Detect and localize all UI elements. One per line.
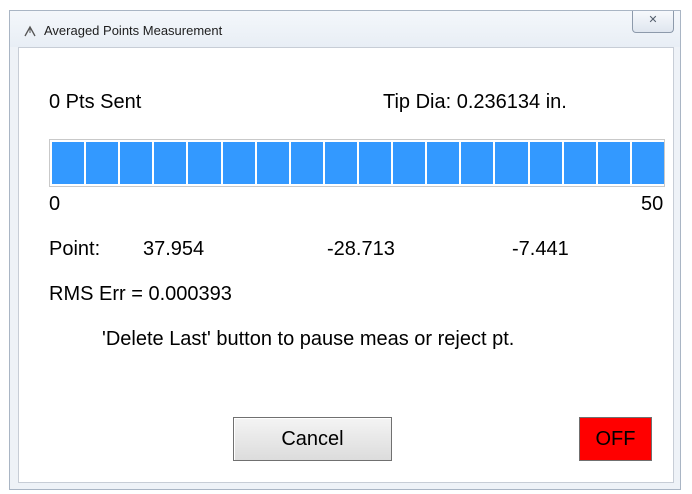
progress-segment: [86, 142, 119, 184]
progress-segment: [120, 142, 153, 184]
close-button[interactable]: ✕: [632, 11, 674, 33]
progress-segment: [52, 142, 85, 184]
point-x-value: 37.954: [143, 238, 205, 260]
point-y-value: -28.713: [327, 238, 395, 260]
progress-segment: [154, 142, 187, 184]
progress-segment: [529, 142, 562, 184]
measurement-dialog: Averaged Points Measurement ✕ 0 Pts Sent…: [9, 10, 681, 490]
progress-max-label: 50: [641, 193, 664, 215]
cancel-button[interactable]: Cancel: [233, 417, 392, 461]
point-z-value: -7.441: [512, 238, 569, 260]
off-toggle-button[interactable]: OFF: [579, 417, 652, 461]
dialog-body: 0 Pts Sent Tip Dia: 0.236134 in. 0 50 Po…: [18, 47, 674, 483]
progress-segment: [495, 142, 528, 184]
progress-segment: [461, 142, 494, 184]
progress-segment: [631, 142, 664, 184]
progress-segment: [324, 142, 357, 184]
progress-segment: [188, 142, 221, 184]
title-bar[interactable]: Averaged Points Measurement ✕: [10, 11, 680, 47]
progress-min-label: 0: [49, 193, 61, 215]
progress-segment: [222, 142, 255, 184]
points-sent-text: 0 Pts Sent: [49, 91, 142, 113]
progress-segment: [427, 142, 460, 184]
probe-icon: [23, 24, 37, 38]
hint-text: 'Delete Last' button to pause meas or re…: [102, 328, 515, 350]
rms-error-text: RMS Err = 0.000393: [49, 283, 232, 305]
points-progress-bar: [49, 139, 665, 187]
progress-segment: [256, 142, 289, 184]
progress-segment: [597, 142, 630, 184]
progress-segment: [358, 142, 392, 184]
progress-segment: [563, 142, 596, 184]
tip-diameter-text: Tip Dia: 0.236134 in.: [383, 91, 567, 113]
progress-segment: [393, 142, 426, 184]
window-title: Averaged Points Measurement: [44, 23, 223, 38]
point-label: Point:: [49, 238, 101, 260]
progress-segment: [290, 142, 323, 184]
